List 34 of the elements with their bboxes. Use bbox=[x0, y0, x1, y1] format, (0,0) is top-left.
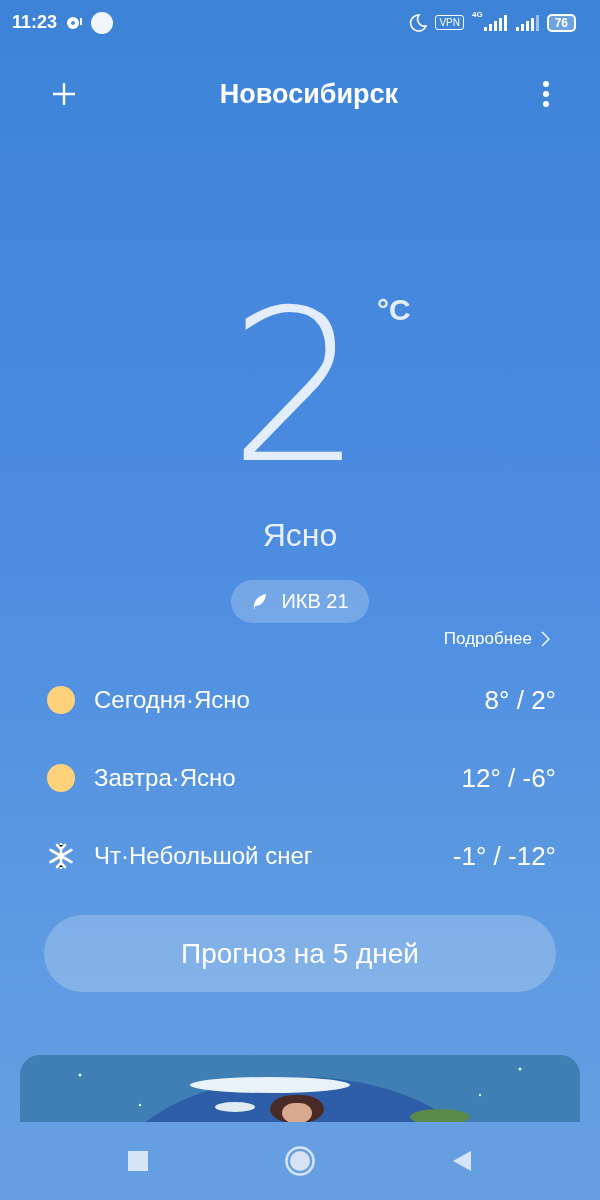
battery-indicator: 76 bbox=[546, 13, 576, 32]
signal-icon bbox=[482, 14, 507, 31]
sun-icon bbox=[47, 686, 75, 715]
menu-button[interactable] bbox=[540, 79, 552, 110]
aqi-badge[interactable]: ИКВ 21 bbox=[231, 580, 369, 624]
leaf-icon bbox=[251, 592, 268, 611]
temperature-unit: °C bbox=[376, 293, 411, 328]
more-icon bbox=[542, 81, 550, 108]
status-time: 11:23 bbox=[12, 12, 58, 34]
signal-icon bbox=[514, 14, 539, 31]
recents-icon[interactable] bbox=[128, 1150, 149, 1171]
forecast-temperature: 12° / -6° bbox=[461, 762, 556, 794]
condition: Ясно bbox=[262, 517, 338, 555]
aqi-value: ИКВ 21 bbox=[281, 590, 349, 614]
chevron-right-icon bbox=[540, 631, 550, 648]
notification-dot-icon bbox=[91, 11, 114, 34]
moon-icon bbox=[409, 13, 428, 32]
forecast-button[interactable]: Прогноз на 5 дней bbox=[44, 915, 556, 992]
vpn-badge: VPN bbox=[435, 15, 464, 31]
forecast-day: Чт·Небольшой снег bbox=[94, 842, 434, 871]
home-icon[interactable] bbox=[285, 1145, 315, 1176]
city-title: Новосибирск bbox=[219, 78, 399, 110]
snowflake-icon bbox=[47, 842, 75, 871]
details-link[interactable]: Подробнее bbox=[443, 629, 550, 650]
forecast-day: Завтра·Ясно bbox=[94, 764, 443, 793]
forecast-day: Сегодня·Ясно bbox=[94, 686, 466, 715]
forecast-temperature: -1° / -12° bbox=[452, 840, 556, 872]
network-type: 4G bbox=[471, 10, 483, 19]
back-icon[interactable] bbox=[451, 1149, 472, 1172]
forecast-temperature: 8° / 2° bbox=[484, 684, 556, 716]
disc-icon bbox=[65, 15, 84, 30]
plus-icon bbox=[52, 82, 76, 107]
sun-icon bbox=[47, 764, 75, 793]
temperature: 2 bbox=[229, 303, 363, 474]
